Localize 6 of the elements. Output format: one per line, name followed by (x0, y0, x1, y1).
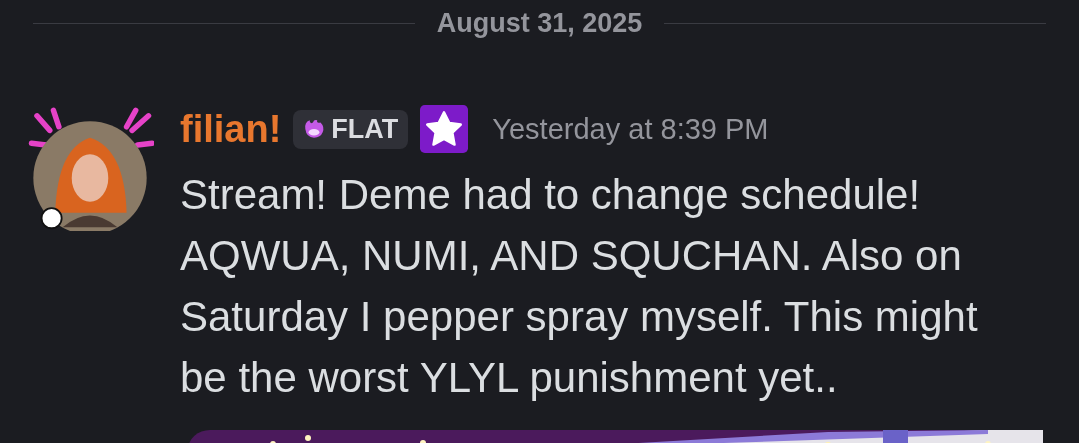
author-name[interactable]: filian! (180, 107, 282, 151)
timestamp: Yesterday at 8:39 PM (492, 112, 769, 146)
date-divider: August 31, 2025 (436, 7, 643, 39)
guild-tag[interactable]: FLAT (293, 109, 409, 149)
star-badge-icon (420, 105, 469, 153)
message-text: Stream! Deme had to change schedule! AQWUA, NUMI, AND SQUCHAN. Also on Saturday I pepper spray myself. This might be the worst YLYL punishment yet.. (180, 170, 979, 403)
